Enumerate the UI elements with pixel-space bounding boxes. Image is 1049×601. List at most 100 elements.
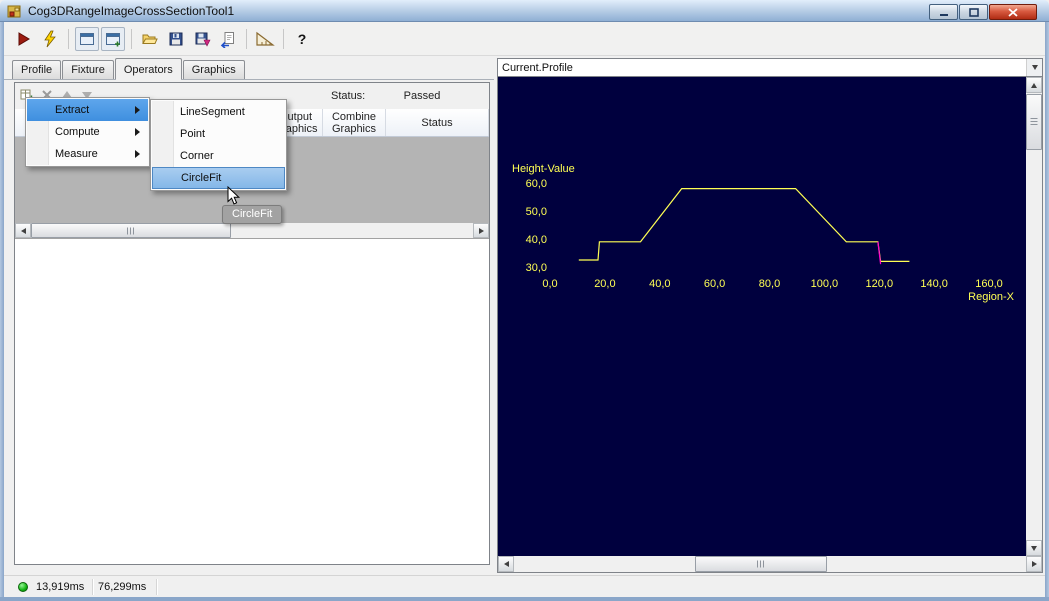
new-image-display-button[interactable] — [101, 27, 125, 51]
chart-horizontal-scrollbar[interactable] — [498, 556, 1042, 572]
column-label: Combine — [332, 111, 376, 123]
save-button[interactable] — [164, 27, 188, 51]
window-frame-right — [1045, 22, 1049, 597]
extract-submenu: LineSegment Point Corner CircleFit — [150, 99, 287, 191]
toolbar-separator — [131, 29, 132, 49]
tab-profile[interactable]: Profile — [12, 60, 61, 79]
x-tick-label: 140,0 — [920, 278, 948, 290]
tab-operators[interactable]: Operators — [115, 58, 182, 79]
new-image-display-icon — [104, 30, 122, 48]
help-icon: ? — [298, 31, 307, 47]
y-tick-label: 30,0 — [526, 262, 547, 274]
geometry-measure-button[interactable] — [253, 27, 277, 51]
x-tick-label: 80,0 — [759, 278, 780, 290]
scroll-left-arrow[interactable] — [15, 223, 31, 238]
scroll-down-arrow[interactable] — [1026, 540, 1042, 556]
window-frame-bottom — [0, 597, 1049, 601]
menu-item-point[interactable]: Point — [152, 123, 285, 145]
menu-item-linesegment[interactable]: LineSegment — [152, 101, 285, 123]
save-record-button[interactable] — [190, 27, 214, 51]
submenu-arrow-icon — [135, 128, 140, 136]
submenu-arrow-icon — [135, 106, 140, 114]
tab-fixture[interactable]: Fixture — [62, 60, 114, 79]
profile-chart[interactable]: 0,020,040,060,080,0100,0120,0140,0160,03… — [498, 77, 1026, 556]
image-display-button[interactable] — [75, 27, 99, 51]
menu-item-extract[interactable]: Extract — [27, 99, 148, 121]
run-button[interactable] — [12, 27, 36, 51]
menu-item-compute[interactable]: Compute — [27, 121, 148, 143]
toolbar-separator — [68, 29, 69, 49]
x-tick-label: 160,0 — [975, 278, 1003, 290]
x-tick-label: 100,0 — [811, 278, 839, 290]
menu-item-circlefit[interactable]: CircleFit — [152, 167, 285, 189]
app-icon — [6, 3, 22, 19]
close-icon — [1008, 8, 1018, 17]
import-button[interactable] — [216, 27, 240, 51]
menu-item-corner[interactable]: Corner — [152, 145, 285, 167]
scroll-thumb[interactable] — [1026, 94, 1042, 150]
column-header-combine-graphics[interactable]: Combine Graphics — [323, 109, 386, 136]
toolbar-separator — [283, 29, 284, 49]
x-tick-label: 40,0 — [649, 278, 670, 290]
status-led-green-icon — [18, 582, 28, 592]
column-header-status[interactable]: Status — [386, 109, 489, 136]
scroll-right-arrow[interactable] — [1026, 556, 1042, 572]
save-icon — [167, 30, 185, 48]
help-button[interactable]: ? — [290, 27, 314, 51]
profile-selector-value: Current.Profile — [502, 62, 573, 74]
profile-chart-svg: 0,020,040,060,080,0100,0120,0140,0160,03… — [498, 77, 1026, 556]
tab-graphics[interactable]: Graphics — [183, 60, 245, 79]
grid-horizontal-scrollbar[interactable] — [15, 223, 489, 238]
electric-run-icon — [41, 30, 59, 48]
status-label: Status: — [331, 90, 365, 102]
series-extracted-line-segment — [878, 242, 881, 264]
maximize-icon — [969, 8, 979, 17]
toolbar-separator — [246, 29, 247, 49]
close-button[interactable] — [989, 4, 1037, 20]
column-label: Status — [421, 117, 452, 129]
geometry-icon — [254, 30, 276, 48]
submenu-arrow-icon — [135, 150, 140, 158]
y-tick-label: 60,0 — [526, 178, 547, 190]
x-axis-label: Region-X — [968, 291, 1015, 303]
scroll-thumb[interactable] — [31, 223, 231, 238]
status-value: Passed — [367, 90, 477, 102]
mouse-cursor-icon — [227, 186, 241, 206]
y-tick-label: 50,0 — [526, 206, 547, 218]
total-time: 76,299ms — [98, 581, 146, 593]
window-frame-left — [0, 22, 4, 597]
scroll-left-arrow[interactable] — [498, 556, 514, 572]
scroll-up-arrow[interactable] — [1026, 77, 1042, 93]
open-file-icon — [141, 30, 159, 48]
grid-bottom-edge — [15, 238, 489, 239]
minimize-icon — [939, 8, 949, 17]
profile-display-panel: Current.Profile 0,020,040,060,080,0100,0… — [497, 58, 1043, 573]
main-toolbar: ? — [4, 22, 1045, 56]
menu-item-label: Compute — [55, 126, 100, 138]
column-label: Graphics — [332, 123, 376, 135]
menu-item-label: CircleFit — [181, 172, 221, 184]
profile-selector[interactable]: Current.Profile — [498, 59, 1042, 77]
chart-vertical-scrollbar[interactable] — [1026, 77, 1042, 556]
tabpage-top-edge — [4, 79, 494, 80]
image-display-icon — [78, 30, 96, 48]
titlebar[interactable]: Cog3DRangeImageCrossSectionTool1 — [0, 0, 1049, 22]
run-icon — [15, 30, 33, 48]
menu-item-label: Extract — [55, 104, 89, 116]
statusbar-separator — [92, 579, 94, 595]
maximize-button[interactable] — [959, 4, 988, 20]
menu-item-measure[interactable]: Measure — [27, 143, 148, 165]
window-title: Cog3DRangeImageCrossSectionTool1 — [28, 4, 234, 18]
x-tick-label: 120,0 — [866, 278, 894, 290]
minimize-button[interactable] — [929, 4, 958, 20]
scroll-thumb[interactable] — [695, 556, 827, 572]
save-record-icon — [193, 30, 211, 48]
open-file-button[interactable] — [138, 27, 162, 51]
scroll-right-arrow[interactable] — [473, 223, 489, 238]
import-icon — [219, 30, 237, 48]
menu-item-label: LineSegment — [180, 106, 245, 118]
run-time: 13,919ms — [36, 581, 84, 593]
statusbar-separator — [156, 579, 158, 595]
electric-run-button[interactable] — [38, 27, 62, 51]
dropdown-button[interactable] — [1026, 59, 1042, 76]
